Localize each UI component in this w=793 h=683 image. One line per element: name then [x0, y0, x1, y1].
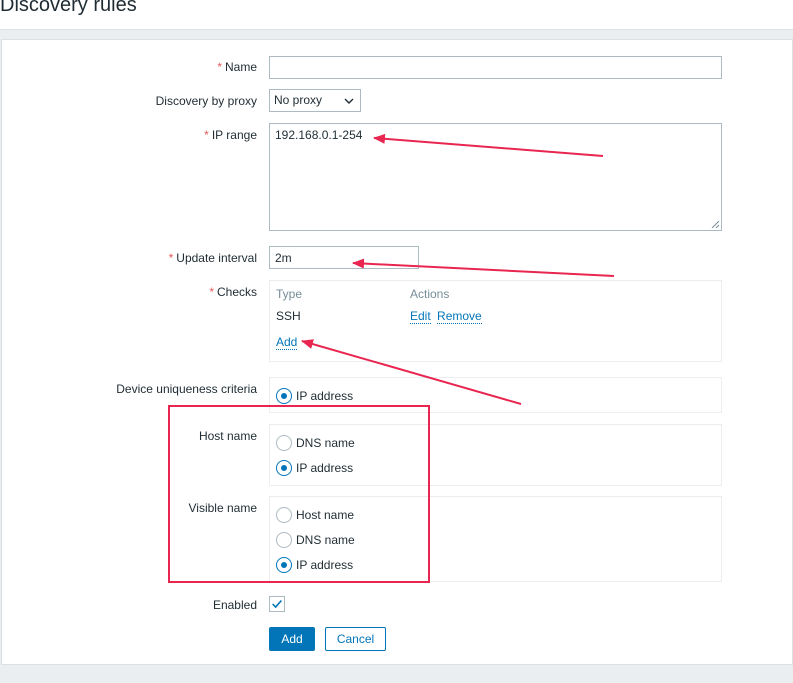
proxy-select[interactable]: No proxy — [269, 89, 361, 112]
add-check-link[interactable]: Add — [276, 335, 298, 350]
host-name-radio-group: DNS name IP address — [269, 424, 722, 486]
proxy-select-value: No proxy — [274, 93, 323, 107]
uniqueness-ip-label: IP address — [296, 389, 354, 403]
check-actions: Edit Remove — [410, 309, 482, 324]
discovery-rule-form: * Name Discovery by proxy No proxy * IP ra… — [1, 39, 793, 665]
ip-range-value: 192.168.0.1-254 — [275, 128, 363, 142]
update-interval-input[interactable]: 2m — [269, 246, 419, 269]
page-header: Discovery rules — [0, 0, 793, 30]
cancel-button[interactable]: Cancel — [325, 627, 386, 651]
checks-column-type: Type — [276, 287, 303, 301]
visible-name-dns-label: DNS name — [296, 533, 355, 547]
resize-handle-icon[interactable] — [711, 220, 719, 228]
visible-name-host-radio[interactable] — [276, 507, 292, 523]
visible-name-radio-group: Host name DNS name IP address — [269, 496, 722, 582]
required-mark: * — [168, 251, 174, 265]
enabled-checkbox[interactable] — [269, 596, 285, 612]
add-button[interactable]: Add — [269, 627, 315, 651]
name-label: * Name — [217, 60, 257, 74]
edit-check-link[interactable]: Edit — [410, 309, 431, 324]
checkmark-icon — [272, 599, 282, 609]
uniqueness-radio-group: IP address — [269, 377, 722, 413]
page-title: Discovery rules — [0, 0, 137, 16]
enabled-label: Enabled — [212, 598, 257, 612]
host-name-ip-label: IP address — [296, 461, 354, 475]
visible-name-host-label: Host name — [296, 508, 355, 522]
visible-name-dns-radio[interactable] — [276, 532, 292, 548]
required-mark: * — [217, 60, 222, 74]
host-name-dns-radio[interactable] — [276, 435, 292, 451]
add-check-link-wrap: Add — [276, 335, 298, 350]
remove-check-link[interactable]: Remove — [437, 309, 482, 324]
uniqueness-ip-radio[interactable] — [276, 388, 292, 404]
name-input[interactable] — [269, 56, 722, 79]
ip-range-label: * IP range — [204, 128, 257, 142]
update-interval-label: * Update interval — [168, 251, 257, 265]
visible-name-label: Visible name — [188, 501, 257, 515]
check-type-ssh: SSH — [276, 309, 301, 323]
checks-column-actions: Actions — [410, 287, 450, 301]
required-mark: * — [204, 128, 209, 142]
uniqueness-label: Device uniqueness criteria — [116, 382, 257, 396]
proxy-label: Discovery by proxy — [155, 94, 257, 108]
ip-range-textarea[interactable]: 192.168.0.1-254 — [269, 123, 722, 231]
host-name-label: Host name — [198, 429, 257, 443]
visible-name-ip-label: IP address — [296, 558, 354, 572]
required-mark: * — [209, 285, 214, 299]
host-name-ip-radio[interactable] — [276, 460, 292, 476]
host-name-dns-label: DNS name — [296, 436, 355, 450]
visible-name-ip-radio[interactable] — [276, 557, 292, 573]
checks-table: Type Actions SSH Edit Remove Add — [269, 280, 722, 362]
chevron-down-icon — [344, 98, 354, 104]
checks-label: * Checks — [209, 285, 257, 299]
